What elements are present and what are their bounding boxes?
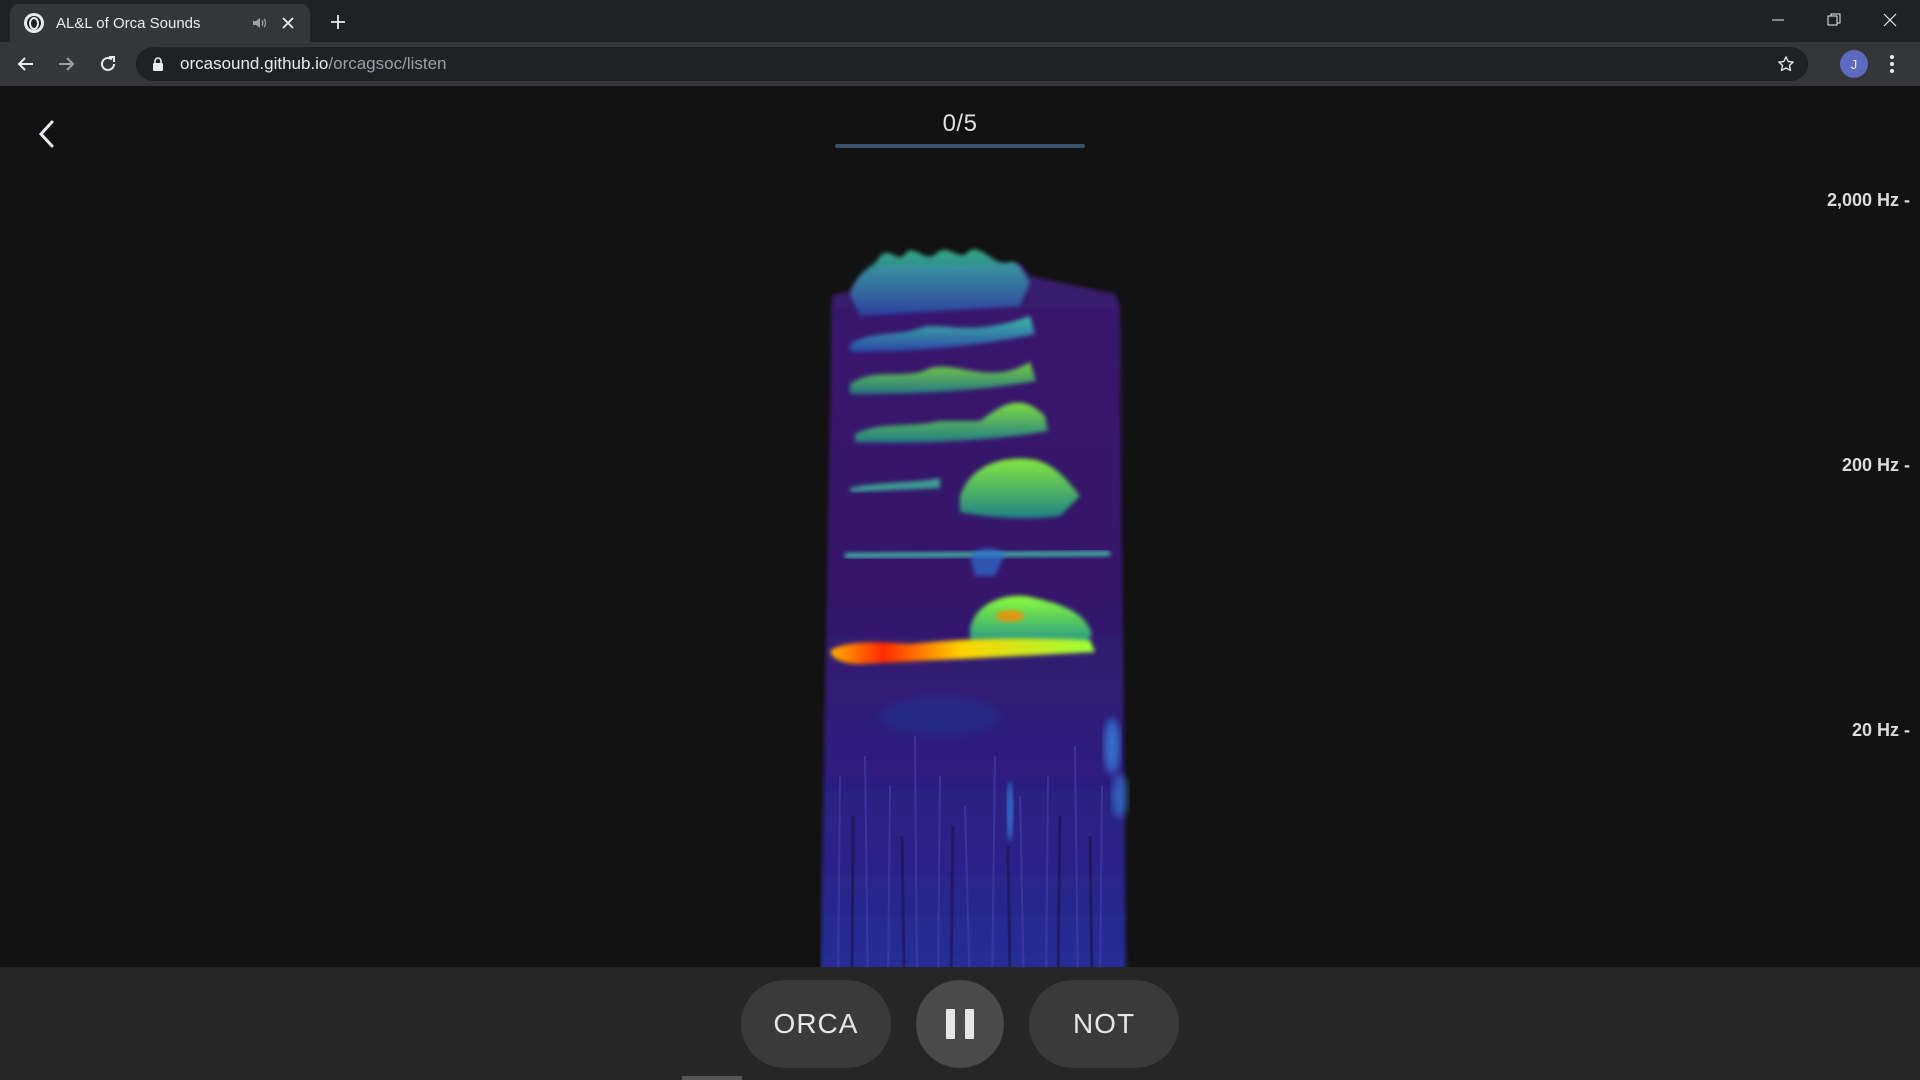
frequency-label-high: 2,000 Hz - xyxy=(1826,190,1910,210)
minimize-window-icon[interactable] xyxy=(1750,0,1806,40)
tab-close-icon[interactable] xyxy=(278,13,298,33)
frequency-label-low: 20 Hz - xyxy=(1851,720,1910,740)
url-path: /orcagsoc/listen xyxy=(328,54,447,73)
back-chevron-icon[interactable] xyxy=(28,116,64,152)
restore-window-icon[interactable] xyxy=(1806,0,1862,40)
listen-page: 0/5 2,000 Hz - 200 Hz - 20 Hz - xyxy=(0,86,1920,1080)
browser-tab-strip: AL&L of Orca Sounds xyxy=(0,0,1920,42)
url-host: orcasound.github.io xyxy=(180,54,329,73)
not-orca-button[interactable]: NOT xyxy=(1029,980,1179,1068)
browser-menu-icon[interactable] xyxy=(1882,50,1902,78)
label-controls-bar: ORCA NOT xyxy=(0,967,1920,1080)
lock-icon xyxy=(150,56,166,72)
progress-bar xyxy=(835,144,1085,148)
pause-icon[interactable] xyxy=(916,980,1004,1068)
scroll-hint xyxy=(682,1076,742,1080)
browser-tab[interactable]: AL&L of Orca Sounds xyxy=(10,4,310,42)
new-tab-button[interactable] xyxy=(324,8,352,36)
forward-arrow-icon[interactable] xyxy=(50,48,82,80)
address-bar[interactable]: orcasound.github.io/orcagsoc/listen xyxy=(136,47,1808,81)
site-favicon-icon xyxy=(24,13,44,33)
close-window-icon[interactable] xyxy=(1862,0,1918,40)
tab-title: AL&L of Orca Sounds xyxy=(56,14,201,32)
frequency-label-mid: 200 Hz - xyxy=(1841,455,1910,475)
progress-counter: 0/5 xyxy=(942,110,978,137)
spectrogram-visualization xyxy=(820,249,1128,996)
reload-icon[interactable] xyxy=(92,48,124,80)
bookmark-star-icon[interactable] xyxy=(1776,54,1796,74)
audio-playing-icon[interactable] xyxy=(250,13,270,33)
orca-button[interactable]: ORCA xyxy=(741,980,891,1068)
back-arrow-icon[interactable] xyxy=(10,48,42,80)
profile-avatar[interactable]: J xyxy=(1840,50,1868,78)
browser-toolbar: orcasound.github.io/orcagsoc/listen J xyxy=(0,42,1920,86)
